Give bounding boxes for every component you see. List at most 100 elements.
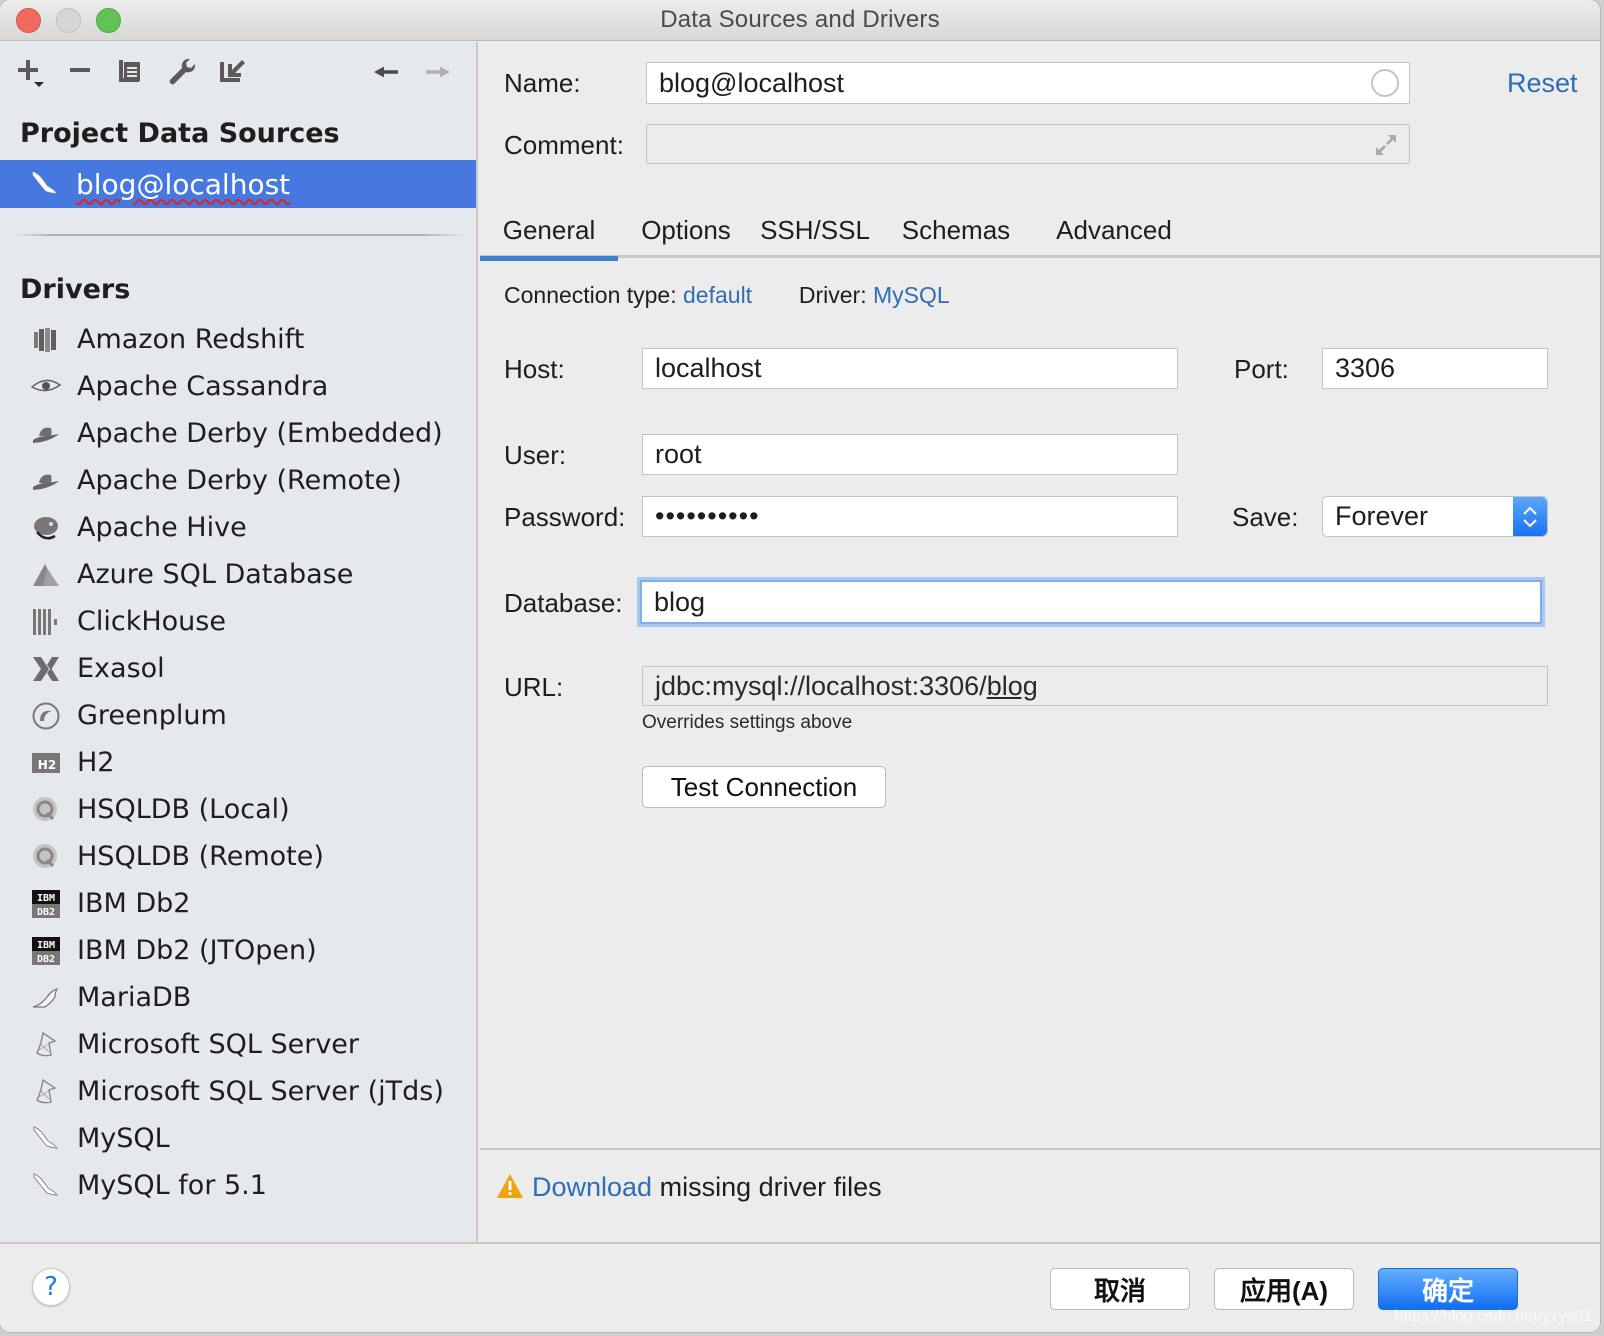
name-input[interactable]: blog@localhost <box>646 62 1410 104</box>
driver-item-mariadb[interactable]: MariaDB <box>0 974 476 1021</box>
url-prefix: jdbc:mysql://localhost:3306/ <box>655 670 987 701</box>
driver-item-h2[interactable]: H2 H2 <box>0 739 476 786</box>
driver-label: Apache Cassandra <box>77 371 329 402</box>
svg-text:H2: H2 <box>38 758 56 772</box>
arrow-right-icon <box>426 66 450 78</box>
url-input[interactable]: jdbc:mysql://localhost:3306/blog <box>642 666 1548 706</box>
settings-tabs: General Options SSH/SSL Schemas Advanced <box>480 202 1600 261</box>
arrow-left-icon <box>374 66 398 78</box>
driver-item-mysql-5-1[interactable]: MySQL for 5.1 <box>0 1162 476 1209</box>
svg-text:DB2: DB2 <box>37 954 55 965</box>
mssql-icon <box>30 1029 62 1061</box>
svg-text:DB2: DB2 <box>37 907 55 918</box>
driver-item-hsqldb-local[interactable]: HSQLDB (Local) <box>0 786 476 833</box>
tab-advanced[interactable]: Advanced <box>1046 202 1182 258</box>
driver-label: HSQLDB (Local) <box>77 794 290 825</box>
url-hint: Overrides settings above <box>642 712 853 733</box>
driver-label: Microsoft SQL Server <box>77 1029 360 1060</box>
connection-info: Connection type: default Driver: MySQL <box>504 282 950 309</box>
project-data-source-item[interactable]: blog@localhost <box>0 160 476 208</box>
password-input[interactable]: •••••••••• <box>642 496 1178 537</box>
drivers-heading: Drivers <box>20 274 131 305</box>
user-input[interactable]: root <box>642 434 1178 475</box>
host-input[interactable]: localhost <box>642 348 1178 389</box>
user-label: User: <box>504 440 567 470</box>
driver-item-mssql[interactable]: Microsoft SQL Server <box>0 1021 476 1068</box>
password-input-value: •••••••••• <box>655 501 760 531</box>
duplicate-button[interactable] <box>112 54 148 90</box>
hsqldb-icon <box>30 794 62 826</box>
tab-schemas[interactable]: Schemas <box>894 202 1018 258</box>
driver-item-hsqldb-remote[interactable]: HSQLDB (Remote) <box>0 833 476 880</box>
driver-label: Microsoft SQL Server (jTds) <box>77 1076 444 1107</box>
add-button[interactable] <box>14 54 50 90</box>
back-button[interactable] <box>368 54 404 90</box>
title-bar: Data Sources and Drivers <box>0 0 1600 41</box>
driver-item-apache-cassandra[interactable]: Apache Cassandra <box>0 363 476 410</box>
driver-item-ibm-db2[interactable]: IBM DB2 IBM Db2 <box>0 880 476 927</box>
h2-icon: H2 <box>30 747 62 779</box>
derby-hat-icon <box>30 418 62 450</box>
save-select-value: Forever <box>1335 501 1429 531</box>
warning-icon <box>497 1174 523 1198</box>
connection-type-link[interactable]: default <box>683 282 752 308</box>
port-label: Port: <box>1234 354 1289 384</box>
tab-general[interactable]: General <box>480 202 618 261</box>
connection-type-label: Connection type: <box>504 282 677 308</box>
mysql-dolphin-icon <box>30 1170 62 1202</box>
driver-notice: Download missing driver files <box>496 1172 882 1203</box>
ok-button[interactable]: 确定 <box>1378 1268 1518 1310</box>
name-label: Name: <box>504 68 581 98</box>
driver-link[interactable]: MySQL <box>873 282 950 308</box>
driver-item-azure-sql[interactable]: Azure SQL Database <box>0 551 476 598</box>
port-input[interactable]: 3306 <box>1322 348 1548 389</box>
driver-label: MySQL for 5.1 <box>77 1170 267 1201</box>
project-data-source-label: blog@localhost <box>76 167 291 201</box>
comment-input[interactable] <box>646 124 1410 164</box>
tab-ssh-ssl[interactable]: SSH/SSL <box>760 202 870 258</box>
import-arrow-icon <box>220 60 245 82</box>
remove-button[interactable] <box>62 54 98 90</box>
driver-item-clickhouse[interactable]: ClickHouse <box>0 598 476 645</box>
data-sources-dialog: Data Sources and Drivers Project Data So… <box>0 0 1600 1332</box>
svg-text:IBM: IBM <box>37 940 55 951</box>
save-select[interactable]: Forever <box>1322 496 1548 537</box>
expand-icon[interactable] <box>1373 132 1399 158</box>
driver-item-apache-derby-remote[interactable]: Apache Derby (Remote) <box>0 457 476 504</box>
cancel-button[interactable]: 取消 <box>1050 1268 1190 1310</box>
import-button[interactable] <box>214 54 250 90</box>
driver-item-exasol[interactable]: Exasol <box>0 645 476 692</box>
database-input[interactable]: blog <box>640 580 1542 624</box>
reset-link[interactable]: Reset <box>1507 68 1578 99</box>
tab-options[interactable]: Options <box>628 202 744 258</box>
exasol-icon <box>30 653 62 685</box>
driver-item-mssql-jtds[interactable]: Microsoft SQL Server (jTds) <box>0 1068 476 1115</box>
ibm-db2-icon: IBM DB2 <box>30 888 62 920</box>
name-input-value: blog@localhost <box>659 67 845 98</box>
port-input-value: 3306 <box>1335 353 1396 383</box>
dialog-footer: ? 取消 应用(A) 确定 https://blog.csdn.net/yxys… <box>0 1242 1600 1332</box>
forward-button[interactable] <box>420 54 456 90</box>
test-connection-button[interactable]: Test Connection <box>642 766 886 808</box>
comment-label: Comment: <box>504 130 624 160</box>
apply-button[interactable]: 应用(A) <box>1214 1268 1354 1310</box>
save-label: Save: <box>1232 502 1299 532</box>
notice-message: missing driver files <box>652 1172 882 1202</box>
driver-item-apache-hive[interactable]: Apache Hive <box>0 504 476 551</box>
host-label: Host: <box>504 354 565 384</box>
project-data-sources-heading: Project Data Sources <box>20 118 340 149</box>
driver-item-ibm-db2-jtopen[interactable]: IBM DB2 IBM Db2 (JTOpen) <box>0 927 476 974</box>
driver-item-apache-derby-embedded[interactable]: Apache Derby (Embedded) <box>0 410 476 457</box>
driver-item-mysql[interactable]: MySQL <box>0 1115 476 1162</box>
window-title-text: Data Sources and Drivers <box>660 6 940 33</box>
help-button[interactable]: ? <box>32 1268 70 1306</box>
user-input-value: root <box>655 439 702 469</box>
driver-item-greenplum[interactable]: Greenplum <box>0 692 476 739</box>
driver-item-amazon-redshift[interactable]: Amazon Redshift <box>0 316 476 363</box>
mssql-icon <box>30 1076 62 1108</box>
color-picker-circle-icon[interactable] <box>1371 69 1399 97</box>
driver-label: ClickHouse <box>77 606 226 637</box>
driver-label: Azure SQL Database <box>77 559 354 590</box>
download-link[interactable]: Download <box>532 1172 652 1202</box>
properties-button[interactable] <box>164 54 200 90</box>
